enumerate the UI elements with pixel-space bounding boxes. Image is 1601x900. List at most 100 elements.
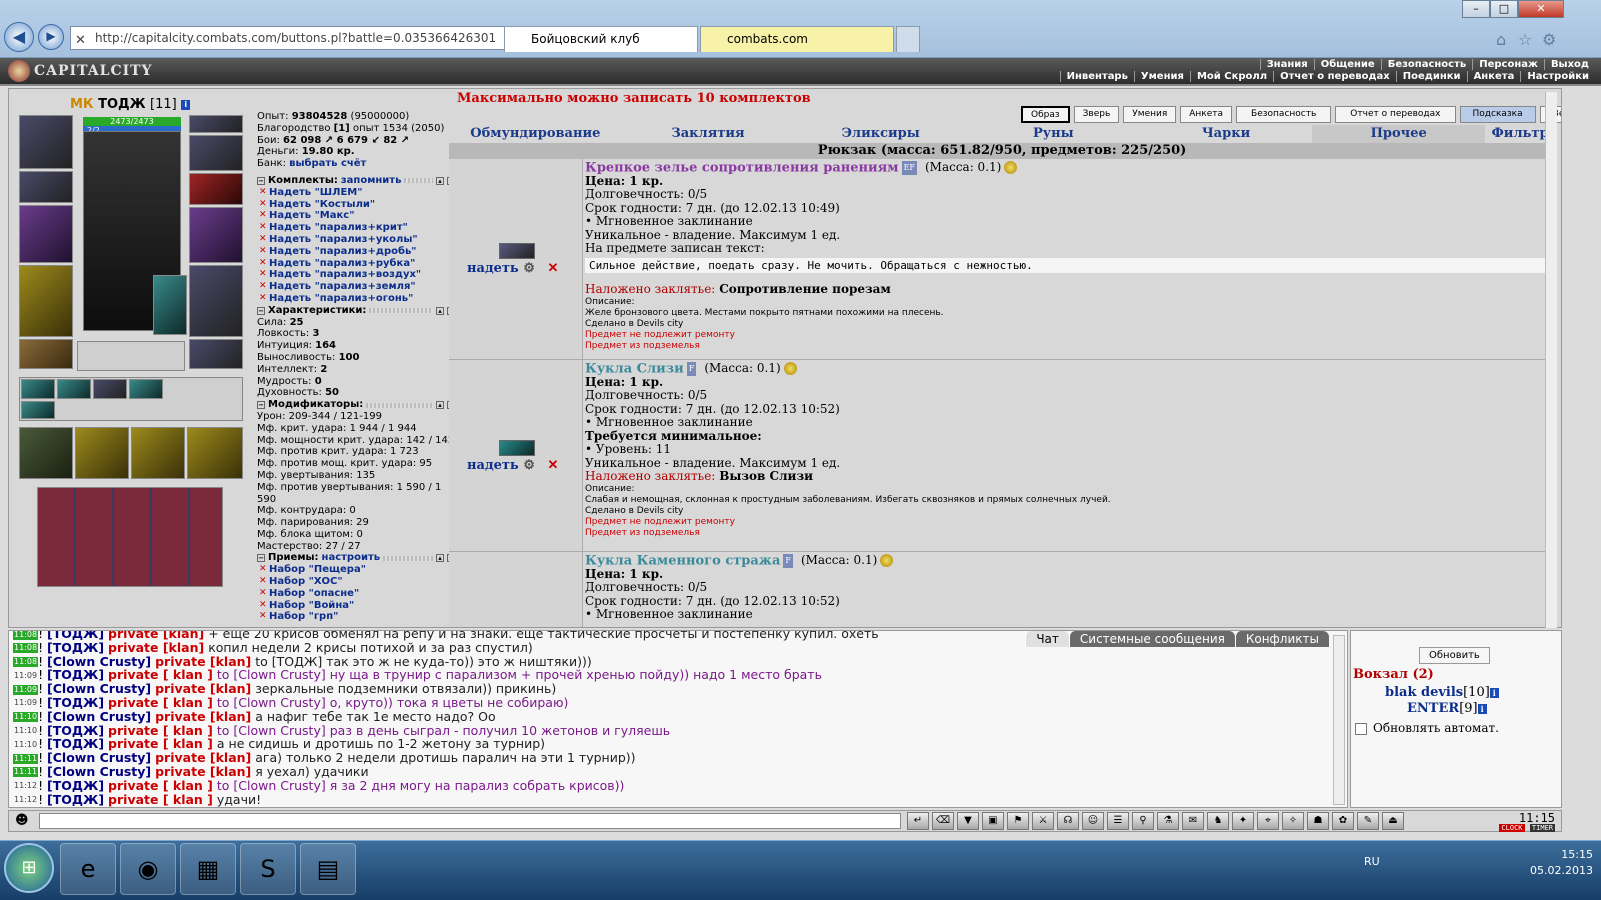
- bag-slot[interactable]: [19, 427, 73, 479]
- chat-nick[interactable]: [ТОДЖ]: [47, 723, 104, 738]
- helmet-icon[interactable]: ♞: [1207, 812, 1229, 830]
- chat-nick[interactable]: [Clown Crusty]: [47, 654, 151, 669]
- rune-slots[interactable]: [77, 341, 185, 371]
- scroll-slot[interactable]: [57, 379, 91, 399]
- message-icon[interactable]: ✎: [1357, 812, 1379, 830]
- tab-conflicts[interactable]: Конфликты: [1234, 631, 1329, 647]
- pants-slot[interactable]: [189, 265, 243, 337]
- bag-icon[interactable]: ⚲: [1132, 812, 1154, 830]
- wear-link[interactable]: надеть: [467, 458, 519, 473]
- chat-mode-icon[interactable]: ☰: [1107, 812, 1129, 830]
- kit-item[interactable]: Надеть "парализ+уколы": [257, 234, 455, 246]
- scroll-slot[interactable]: [93, 379, 127, 399]
- gloves-slot[interactable]: [189, 173, 243, 205]
- tab-elixirs[interactable]: Эликсиры: [794, 125, 967, 143]
- item-name[interactable]: Крепкое зелье сопротивления ранениям: [585, 160, 899, 175]
- system-clock[interactable]: 15:15 05.02.2013: [1530, 847, 1593, 879]
- menu-scroll[interactable]: Мой Скролл: [1189, 71, 1273, 82]
- bag-slot[interactable]: [131, 427, 185, 479]
- pet-button[interactable]: Зверь: [1073, 106, 1120, 123]
- elixir-icon[interactable]: ⚗: [1157, 812, 1179, 830]
- rune-icon[interactable]: ✦: [1232, 812, 1254, 830]
- transfer-report-button[interactable]: Отчет о переводах: [1335, 106, 1456, 123]
- trick-set-item[interactable]: Набор "ХОС": [257, 576, 455, 588]
- chat-nick[interactable]: [ТОДЖ]: [47, 778, 104, 793]
- menu-transfer-report[interactable]: Отчет о переводах: [1273, 71, 1396, 82]
- online-user[interactable]: blak devils[10] i: [1385, 685, 1499, 700]
- menu-exit[interactable]: Выход: [1543, 59, 1595, 70]
- close-window-button[interactable]: ✕: [1518, 0, 1564, 18]
- info-icon[interactable]: i: [1477, 703, 1487, 714]
- menu-profile[interactable]: Анкета: [1466, 71, 1521, 82]
- offhand-slot[interactable]: [189, 207, 243, 263]
- settings-gear-icon[interactable]: ⚙: [1542, 30, 1556, 49]
- kit-item[interactable]: Надеть "Костыли": [257, 199, 455, 211]
- map-icon[interactable]: ⌖: [1257, 812, 1279, 830]
- menu-settings[interactable]: Настройки: [1520, 71, 1595, 82]
- kit-item[interactable]: Надеть "парализ+крит": [257, 222, 455, 234]
- trick-set-item[interactable]: Набор "Пещера": [257, 564, 455, 576]
- save-icon[interactable]: ▣: [982, 812, 1004, 830]
- bag-slot[interactable]: [75, 427, 129, 479]
- ear-icon[interactable]: ☊: [1057, 812, 1079, 830]
- send-icon[interactable]: ↵: [907, 812, 929, 830]
- scroll-icon[interactable]: ✉: [1182, 812, 1204, 830]
- tab-fight-club[interactable]: Бойцовский клуб: [504, 26, 698, 52]
- remember-kit-link[interactable]: запомнить: [341, 175, 402, 187]
- fight-icon[interactable]: ⚔: [1032, 812, 1054, 830]
- menu-character[interactable]: Персонаж: [1472, 59, 1544, 70]
- belt-slot[interactable]: [19, 339, 73, 369]
- start-button[interactable]: ⊞: [4, 843, 54, 893]
- pet-slot[interactable]: [153, 275, 187, 335]
- flower-icon[interactable]: ✿: [1332, 812, 1354, 830]
- wear-link[interactable]: надеть: [467, 261, 519, 276]
- emoticon-icon[interactable]: ☺: [1082, 812, 1104, 830]
- refresh-button[interactable]: Обновить: [1419, 647, 1490, 664]
- user-name[interactable]: blak devils: [1385, 685, 1463, 700]
- boots-slot[interactable]: [189, 339, 243, 369]
- scroll-slot[interactable]: [129, 379, 163, 399]
- chat-nick[interactable]: [Clown Crusty]: [47, 764, 151, 779]
- bracer-slot[interactable]: [19, 171, 73, 203]
- kit-item[interactable]: Надеть "парализ+земля": [257, 281, 455, 293]
- menu-skills[interactable]: Умения: [1133, 71, 1190, 82]
- chat-nick[interactable]: [Clown Crusty]: [47, 750, 151, 765]
- main-scrollbar[interactable]: [1545, 92, 1557, 628]
- put-in-kit-icon[interactable]: ⚙: [523, 261, 535, 276]
- tab-system-messages[interactable]: Системные сообщения: [1068, 631, 1235, 647]
- tab-spells[interactable]: Заклятия: [622, 125, 795, 143]
- armor-slot[interactable]: [19, 265, 73, 337]
- new-tab-button[interactable]: [896, 26, 920, 52]
- scroll-slot[interactable]: [21, 401, 55, 419]
- tab-runes[interactable]: Руны: [967, 125, 1140, 143]
- app-taskbar-icon[interactable]: ▦: [180, 843, 236, 895]
- exit-icon[interactable]: ⏏: [1382, 812, 1404, 830]
- skype-taskbar-icon[interactable]: S: [240, 843, 296, 895]
- minimize-button[interactable]: –: [1462, 0, 1490, 18]
- info-icon[interactable]: i: [1489, 687, 1499, 698]
- spell-icon[interactable]: ✧: [1282, 812, 1304, 830]
- checkbox-box[interactable]: [1355, 722, 1367, 735]
- chat-nick[interactable]: [ТОДЖ]: [47, 736, 104, 751]
- kit-item[interactable]: Надеть "Макс": [257, 210, 455, 222]
- image-button[interactable]: Образ: [1021, 106, 1070, 123]
- tab-equipment[interactable]: Обмундирование: [449, 125, 622, 143]
- menu-knowledge[interactable]: Знания: [1259, 59, 1314, 70]
- trick-set-item[interactable]: Набор "опасне": [257, 588, 455, 600]
- weapon-slot[interactable]: [19, 205, 73, 263]
- menu-battles[interactable]: Поединки: [1395, 71, 1467, 82]
- mask-icon[interactable]: ☗: [1307, 812, 1329, 830]
- chat-nick[interactable]: [ТОДЖ]: [47, 640, 104, 655]
- maximize-button[interactable]: □: [1490, 0, 1518, 18]
- info-icon[interactable]: i: [181, 99, 191, 110]
- explorer-taskbar-icon[interactable]: ▤: [300, 843, 356, 895]
- helmet-slot[interactable]: [19, 115, 73, 169]
- delete-icon[interactable]: ✕: [547, 261, 558, 276]
- hint-button[interactable]: Подсказка: [1459, 106, 1536, 123]
- tab-charms[interactable]: Чарки: [1140, 125, 1313, 143]
- ie-taskbar-icon[interactable]: e: [60, 843, 116, 895]
- chat-nick[interactable]: [ТОДЖ]: [47, 792, 104, 807]
- chrome-taskbar-icon[interactable]: ◉: [120, 843, 176, 895]
- kit-item[interactable]: Надеть "парализ+огонь": [257, 293, 455, 305]
- tab-combats[interactable]: combats.com: [700, 26, 894, 52]
